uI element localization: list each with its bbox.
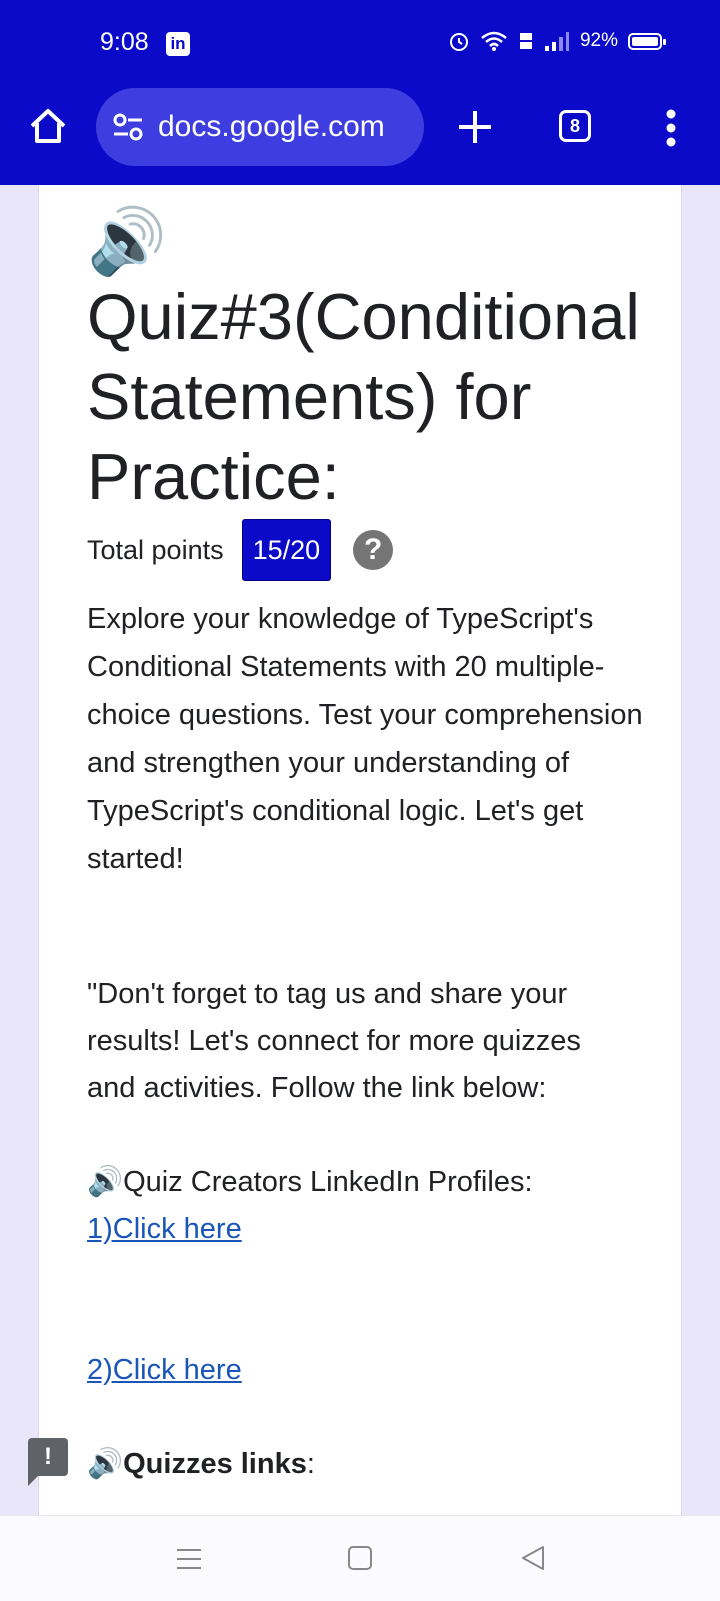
volte-icon bbox=[519, 33, 532, 49]
link-2-row: 2)Click here bbox=[87, 1346, 242, 1394]
site-settings-icon[interactable] bbox=[112, 111, 144, 143]
linkedin-notification-icon: in bbox=[166, 32, 190, 56]
nav-menu-icon[interactable] bbox=[176, 1546, 202, 1572]
nav-home-icon[interactable] bbox=[348, 1546, 372, 1570]
share-line-3: and activities. Follow the link below: bbox=[87, 1072, 547, 1104]
quizzes-heading: 🔊Quizzes links: bbox=[87, 1440, 315, 1488]
home-icon[interactable] bbox=[28, 106, 68, 146]
creators-heading-text: Quiz Creators LinkedIn Profiles: bbox=[123, 1166, 533, 1198]
signal-icon bbox=[544, 32, 569, 51]
status-time: 9:08 bbox=[100, 28, 149, 56]
linkedin-link-2[interactable]: 2)Click here bbox=[87, 1354, 242, 1386]
form-description: Explore your knowledge of TypeScript's C… bbox=[87, 603, 643, 875]
nav-back-icon[interactable] bbox=[520, 1544, 546, 1572]
speaker-icon: 🔊 bbox=[87, 205, 167, 277]
score-badge: 15/20 bbox=[241, 519, 332, 581]
link-1-row: 1)Click here bbox=[87, 1205, 242, 1253]
wifi-icon bbox=[481, 31, 507, 51]
linkedin-link-1[interactable]: 1)Click here bbox=[87, 1213, 242, 1245]
total-points-label: Total points bbox=[87, 534, 224, 565]
feedback-icon[interactable]: ! bbox=[28, 1438, 68, 1486]
tabs-icon[interactable]: 8 bbox=[559, 110, 591, 142]
quizzes-heading-colon: : bbox=[306, 1448, 315, 1480]
total-points-row: Total points 15/20 ? bbox=[87, 519, 394, 581]
form-card: 🔊 Quiz#3(Conditional Statements) for Pra… bbox=[38, 185, 682, 1515]
battery-percent: 92% bbox=[579, 30, 618, 51]
speaker-icon: 🔊 bbox=[87, 1448, 124, 1480]
url-text[interactable]: docs.google.com bbox=[158, 110, 385, 144]
page-title: Quiz#3(Conditional Statements) for Pract… bbox=[87, 280, 640, 513]
system-nav-bar bbox=[0, 1515, 720, 1601]
more-vert-icon[interactable] bbox=[664, 108, 678, 148]
browser-chrome: 9:08 in 92% docs.google.com 8 bbox=[0, 0, 720, 185]
address-bar[interactable]: docs.google.com bbox=[96, 88, 424, 166]
speaker-icon: 🔊 bbox=[87, 1166, 124, 1198]
plus-icon[interactable] bbox=[456, 108, 494, 146]
help-icon[interactable]: ? bbox=[353, 530, 394, 570]
quizzes-heading-text: Quizzes links bbox=[123, 1448, 307, 1480]
share-line-2: results! Let's connect for more quizzes bbox=[87, 1025, 581, 1057]
alarm-icon bbox=[449, 33, 468, 51]
creators-heading: 🔊Quiz Creators LinkedIn Profiles: bbox=[87, 1158, 533, 1206]
status-icons: 92% bbox=[448, 30, 666, 52]
battery-icon bbox=[628, 32, 666, 50]
share-line-1: "Don't forget to tag us and share your bbox=[87, 978, 568, 1010]
